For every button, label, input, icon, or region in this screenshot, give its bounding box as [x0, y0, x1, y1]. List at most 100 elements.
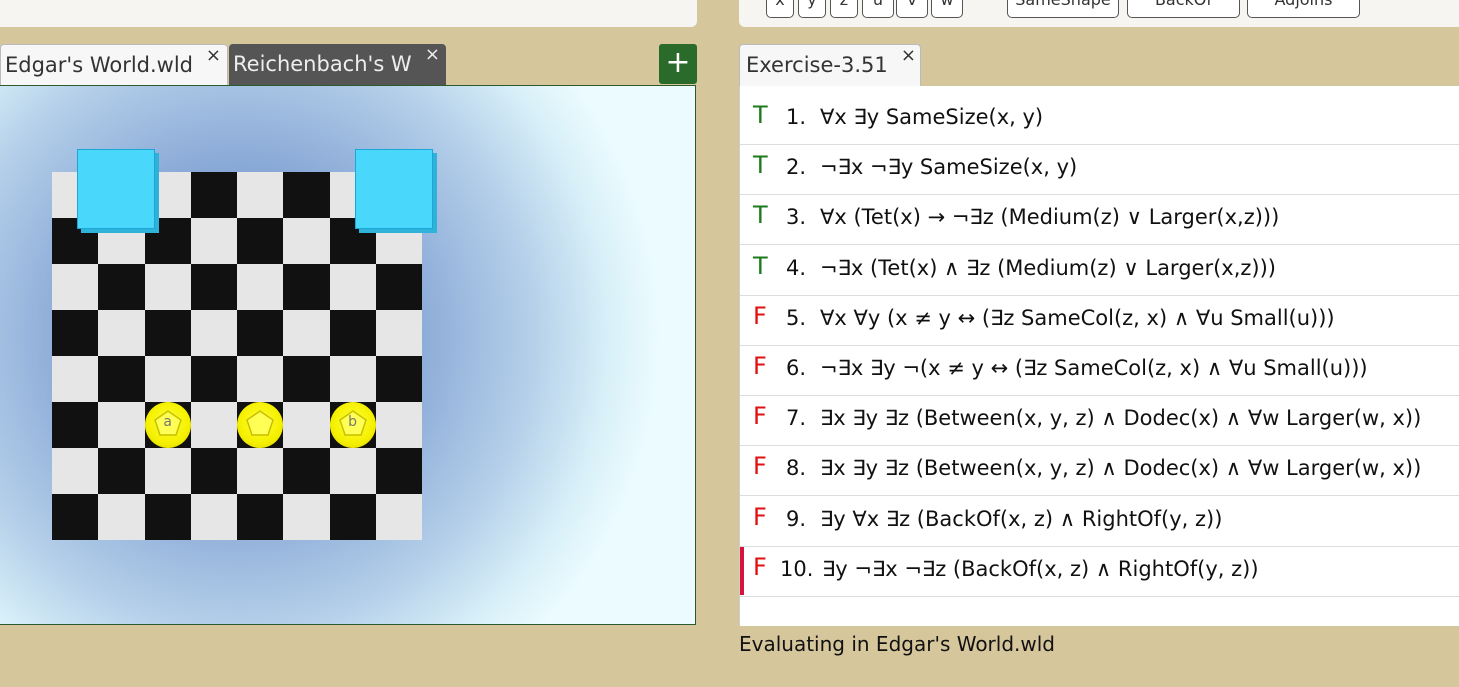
sentence-row[interactable]: T 4. ¬∃x (Tet(x) ∧ ∃z (Medium(z) ∨ Larger(…	[740, 245, 1459, 296]
board-square[interactable]	[283, 264, 330, 310]
board-square[interactable]	[144, 356, 191, 402]
evaluation-status: Evaluating in Edgar's World.wld	[739, 632, 1055, 656]
board-square[interactable]	[375, 494, 422, 540]
sentence-formula[interactable]: ∃y ∀x ∃z (BackOf(x, z) ∧ RightOf(y, z))	[820, 507, 1222, 531]
sentence-formula[interactable]: ∃x ∃y ∃z (Between(x, y, z) ∧ Dodec(x) ∧ …	[820, 456, 1421, 480]
symbol-button-u[interactable]: u	[862, 0, 894, 18]
sentence-formula[interactable]: ¬∃x ∃y ¬(x ≠ y ↔ (∃z SameCol(z, x) ∧ ∀u …	[820, 356, 1368, 380]
predicate-button-sameshape[interactable]: SameShape	[1007, 0, 1119, 18]
board-square[interactable]	[144, 264, 191, 310]
sentence-formula[interactable]: ¬∃x ¬∃y SameSize(x, y)	[820, 155, 1077, 179]
sentence-number: 5.	[786, 305, 807, 330]
board-square[interactable]	[52, 356, 99, 402]
board-square[interactable]	[329, 264, 376, 310]
close-icon[interactable]: ×	[425, 44, 440, 74]
board-square[interactable]	[237, 356, 284, 402]
board-square[interactable]	[329, 356, 376, 402]
close-icon[interactable]: ×	[901, 37, 916, 75]
board-square[interactable]	[237, 264, 284, 310]
board-square[interactable]	[98, 448, 145, 494]
board-square[interactable]	[190, 356, 237, 402]
world-view[interactable]: ab	[0, 85, 696, 625]
symbol-toolbar: x y z u v w SameShape BackOf Adjoins	[739, 0, 1459, 27]
predicate-button-backof[interactable]: BackOf	[1127, 0, 1240, 18]
symbol-button-y[interactable]: y	[798, 0, 826, 18]
sentence-row[interactable]: F 8. ∃x ∃y ∃z (Between(x, y, z) ∧ Dodec(x)…	[740, 445, 1459, 497]
sentence-number: 1.	[786, 105, 807, 129]
board-square[interactable]	[329, 310, 376, 356]
board-square[interactable]	[190, 310, 237, 356]
board-square[interactable]	[190, 264, 237, 310]
sentence-formula[interactable]: ∃y ¬∃x ¬∃z (BackOf(x, z) ∧ RightOf(y, z)…	[822, 557, 1259, 581]
symbol-button-w[interactable]: w	[931, 0, 963, 18]
board-square[interactable]	[283, 494, 330, 540]
sentence-row[interactable]: F 5. ∀x ∀y (x ≠ y ↔ (∃z SameCol(z, x) ∧ ∀u…	[740, 295, 1459, 346]
board-square[interactable]	[237, 172, 284, 218]
sentence-formula[interactable]: ∃x ∃y ∃z (Between(x, y, z) ∧ Dodec(x) ∧ …	[820, 406, 1421, 430]
board-square[interactable]	[375, 310, 422, 356]
truth-value-indicator: T	[753, 151, 768, 180]
board-square[interactable]	[190, 402, 237, 448]
dodecahedron-block[interactable]: b	[329, 402, 376, 448]
board-square[interactable]	[283, 402, 330, 448]
board-square[interactable]	[144, 494, 191, 540]
board-square[interactable]	[144, 448, 191, 494]
board-square[interactable]	[329, 448, 376, 494]
board-square[interactable]	[329, 494, 376, 540]
board-square[interactable]	[52, 494, 99, 540]
board-square[interactable]	[52, 310, 99, 356]
board-square[interactable]	[283, 356, 330, 402]
board-square[interactable]	[52, 264, 99, 310]
board-square[interactable]	[190, 494, 237, 540]
board-square[interactable]	[190, 218, 237, 264]
sentence-row[interactable]: F 7. ∃x ∃y ∃z (Between(x, y, z) ∧ Dodec(x)…	[740, 395, 1459, 447]
board-square[interactable]	[237, 310, 284, 356]
sentence-row[interactable]: T 3. ∀x (Tet(x) → ¬∃z (Medium(z) ∨ Larger(…	[740, 194, 1459, 246]
chessboard[interactable]: ab	[52, 149, 433, 540]
board-square[interactable]	[375, 356, 422, 402]
board-square[interactable]	[237, 494, 284, 540]
board-square[interactable]	[283, 172, 330, 218]
cube-block[interactable]	[77, 149, 155, 229]
board-square[interactable]	[52, 448, 99, 494]
board-square[interactable]	[237, 218, 284, 264]
board-square[interactable]	[375, 402, 422, 448]
symbol-button-z[interactable]: z	[830, 0, 858, 18]
dodecahedron-block[interactable]	[237, 402, 284, 448]
board-square[interactable]	[98, 264, 145, 310]
board-square[interactable]	[52, 402, 99, 448]
close-icon[interactable]: ×	[206, 45, 221, 75]
predicate-button-adjoins[interactable]: Adjoins	[1247, 0, 1360, 18]
board-square[interactable]	[98, 494, 145, 540]
sentence-formula[interactable]: ¬∃x (Tet(x) ∧ ∃z (Medium(z) ∨ Larger(x,z…	[820, 256, 1276, 280]
sentence-formula[interactable]: ∀x (Tet(x) → ¬∃z (Medium(z) ∨ Larger(x,z…	[820, 205, 1279, 229]
board-square[interactable]	[283, 310, 330, 356]
tab-reichenbachs-world[interactable]: Reichenbach's W ×	[229, 44, 446, 85]
truth-value-indicator: F	[753, 502, 767, 531]
board-square[interactable]	[375, 264, 422, 310]
symbol-button-x[interactable]: x	[766, 0, 794, 18]
board-square[interactable]	[283, 448, 330, 494]
board-square[interactable]	[190, 172, 237, 218]
sentence-row[interactable]: F 9. ∃y ∀x ∃z (BackOf(x, z) ∧ RightOf(y, z…	[740, 496, 1459, 547]
sentence-formula[interactable]: ∀x ∃y SameSize(x, y)	[820, 105, 1043, 129]
dodecahedron-block[interactable]: a	[144, 402, 191, 448]
board-square[interactable]	[144, 310, 191, 356]
board-square[interactable]	[375, 448, 422, 494]
sentence-row[interactable]: T 2. ¬∃x ¬∃y SameSize(x, y)	[740, 144, 1459, 196]
board-square[interactable]	[237, 448, 284, 494]
board-square[interactable]	[98, 310, 145, 356]
sentence-row[interactable]: F 6. ¬∃x ∃y ¬(x ≠ y ↔ (∃z SameCol(z, x) ∧ …	[740, 345, 1459, 396]
board-square[interactable]	[190, 448, 237, 494]
board-square[interactable]	[98, 356, 145, 402]
sentence-row[interactable]: T 1. ∀x ∃y SameSize(x, y)	[740, 94, 1459, 145]
tab-edgars-world[interactable]: Edgar's World.wld ×	[0, 44, 228, 85]
board-square[interactable]	[98, 402, 145, 448]
add-world-button[interactable]: +	[659, 44, 697, 84]
sentence-row[interactable]: F 10. ∃y ¬∃x ¬∃z (BackOf(x, z) ∧ RightOf(y…	[740, 546, 1459, 597]
symbol-button-v[interactable]: v	[896, 0, 928, 18]
cube-block[interactable]	[354, 149, 433, 229]
sentence-formula[interactable]: ∀x ∀y (x ≠ y ↔ (∃z SameCol(z, x) ∧ ∀u Sm…	[820, 306, 1335, 330]
tab-exercise[interactable]: Exercise-3.51 ×	[739, 44, 921, 86]
board-square[interactable]	[283, 218, 330, 264]
